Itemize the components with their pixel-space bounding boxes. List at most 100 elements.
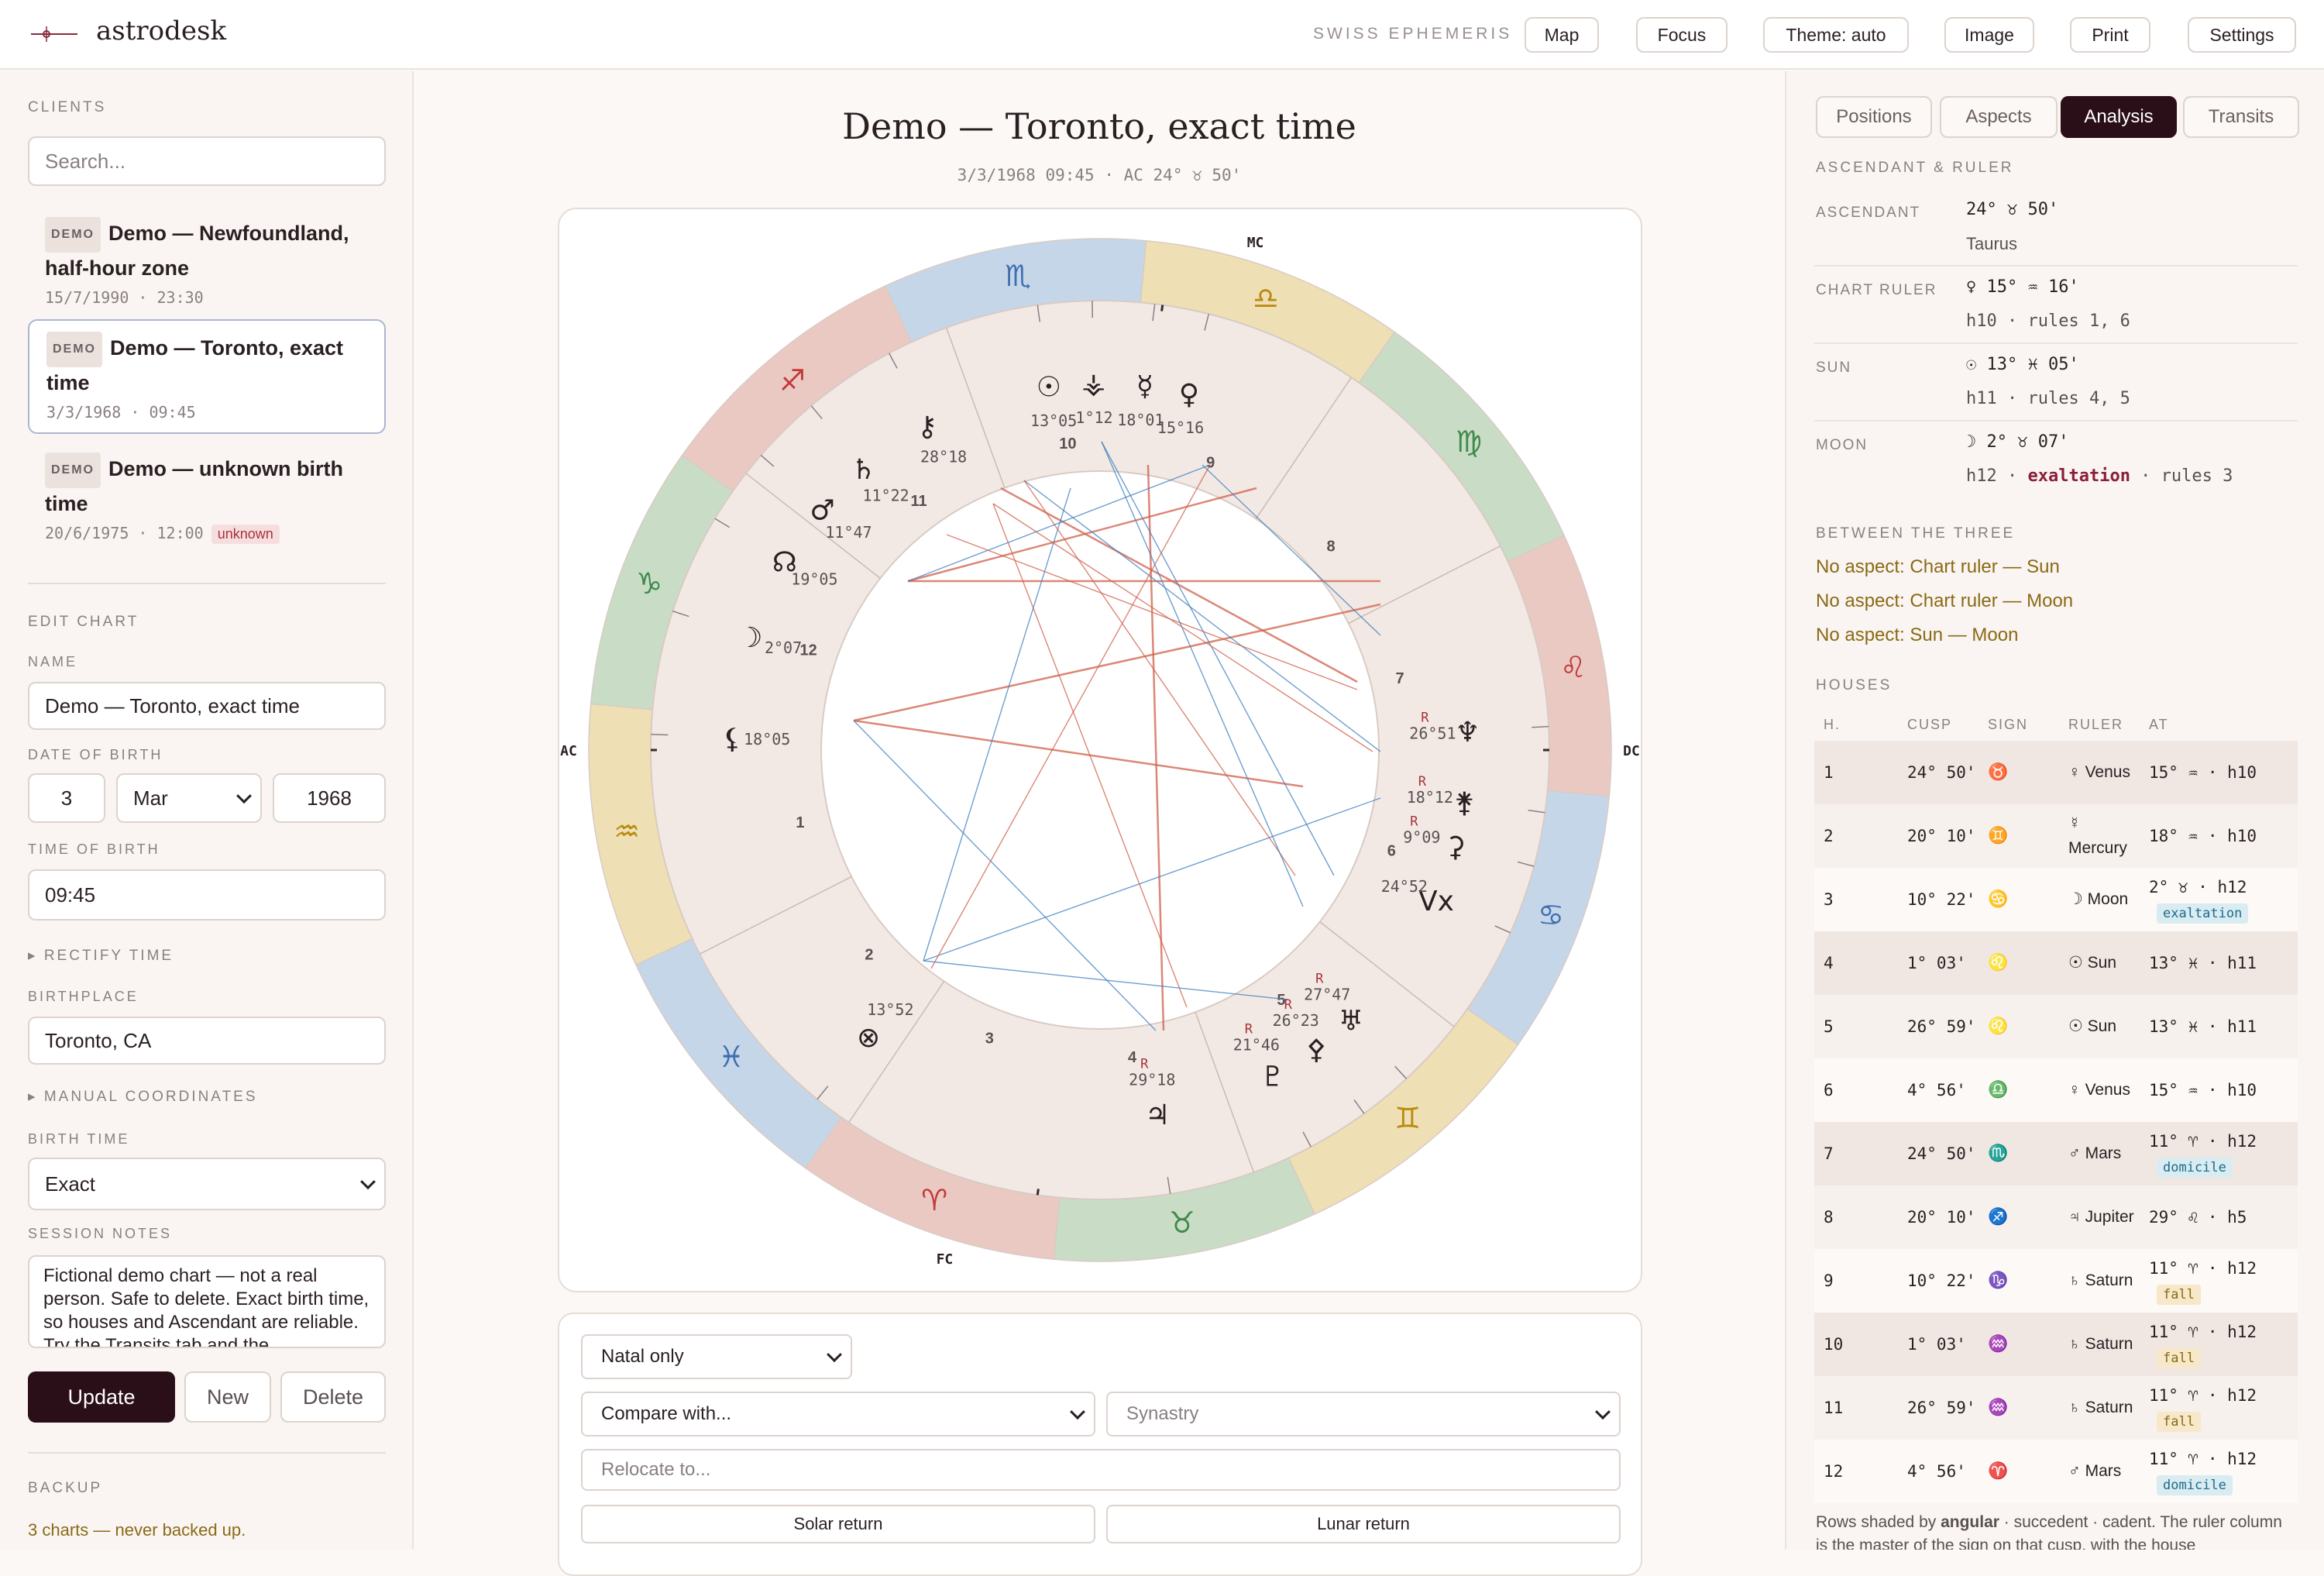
col-at: AT	[2140, 708, 2298, 741]
birth-time-label: BIRTH TIME	[28, 1131, 129, 1148]
demo-badge: DEMO	[45, 217, 101, 253]
col-sign: SIGN	[1978, 708, 2059, 741]
house-row: 124° 50'♉♀ Venus15° ♒ · h10	[1814, 741, 2298, 804]
zodiac-sign-glyph: ♍	[1456, 425, 1482, 459]
day-input[interactable]: 3	[28, 773, 105, 823]
divider	[28, 1452, 386, 1454]
planet-degree: 13°52	[867, 1000, 913, 1019]
planet-degree: 18°12	[1407, 788, 1453, 807]
retrograde-marker: R	[1315, 971, 1324, 986]
chart-title: Demo — Toronto, exact time	[414, 105, 1785, 147]
session-notes-label: SESSION NOTES	[28, 1226, 172, 1242]
dignity-badge: fall	[2157, 1412, 2201, 1432]
planet-glyph: ⚶	[1081, 368, 1105, 400]
theme-button[interactable]: Theme: auto	[1763, 17, 1909, 53]
tob-label: TIME OF BIRTH	[28, 841, 160, 858]
retrograde-marker: R	[1140, 1057, 1149, 1072]
no-aspect-note: No aspect: Chart ruler — Sun	[1816, 556, 2060, 578]
year-input[interactable]: 1968	[273, 773, 386, 823]
house-number: 8	[1814, 1185, 1898, 1249]
house-cusp: 4° 56'	[1898, 1058, 1978, 1122]
house-ruler: ♂ Mars	[2059, 1440, 2140, 1503]
demo-badge: DEMO	[46, 332, 102, 367]
manual-coordinates-toggle[interactable]: ▸ MANUAL COORDINATES	[28, 1088, 258, 1106]
solar-return-button[interactable]: Solar return	[581, 1505, 1095, 1543]
house-sign: ♉	[1978, 741, 2059, 804]
tab-positions[interactable]: Positions	[1816, 96, 1932, 138]
chart-wheel-card: ♈♉♊♋♌♍♎♏♐♑♒♓123456789101112ACDCMCFC☉13°0…	[558, 208, 1642, 1292]
client-meta: 20/6/1975 · 12:00	[45, 524, 204, 542]
house-cusp: 20° 10'	[1898, 804, 1978, 868]
settings-button[interactable]: Settings	[2188, 17, 2296, 53]
ascendant-sign: Taurus	[1966, 234, 2017, 254]
backup-label: BACKUP	[28, 1480, 102, 1497]
ascendant-ruler-label: ASCENDANT & RULER	[1816, 160, 2013, 177]
client-item[interactable]: DEMODemo — Newfoundland, half-hour zone …	[28, 206, 386, 318]
chart-wheel[interactable]: ♈♉♊♋♌♍♎♏♐♑♒♓123456789101112ACDCMCFC☉13°0…	[559, 209, 1641, 1291]
month-select[interactable]: Mar	[116, 773, 262, 823]
relocate-input[interactable]: Relocate to...	[581, 1449, 1621, 1491]
update-button[interactable]: Update	[28, 1371, 175, 1423]
zodiac-sign-glyph: ♐	[779, 363, 806, 397]
birthplace-input[interactable]: Toronto, CA	[28, 1017, 386, 1065]
house-ruler: ♃ Jupiter	[2059, 1185, 2140, 1249]
time-input[interactable]: 09:45	[28, 869, 386, 920]
tab-analysis[interactable]: Analysis	[2061, 96, 2177, 138]
house-number: 7	[1395, 670, 1404, 687]
image-button[interactable]: Image	[1944, 17, 2034, 53]
house-cusp: 26° 59'	[1898, 1376, 1978, 1440]
house-sign: ♑	[1978, 1249, 2059, 1313]
session-notes-textarea[interactable]: Fictional demo chart — not a real person…	[28, 1255, 386, 1348]
house-cusp: 1° 03'	[1898, 931, 1978, 995]
new-button[interactable]: New	[184, 1371, 271, 1423]
birth-time-select[interactable]: Exact	[28, 1158, 386, 1210]
house-ruler: ♂ Mars	[2059, 1122, 2140, 1185]
house-at: 29° ♌ · h5	[2140, 1185, 2298, 1249]
house-at: 15° ♒ · h10	[2140, 1058, 2298, 1122]
lunar-return-button[interactable]: Lunar return	[1106, 1505, 1621, 1543]
retrograde-marker: R	[1245, 1022, 1253, 1037]
house-cusp: 26° 59'	[1898, 995, 1978, 1058]
zodiac-sign-glyph: ♊	[1394, 1101, 1421, 1135]
house-at: 11° ♈ · h12domicile	[2140, 1440, 2298, 1503]
print-button[interactable]: Print	[2070, 17, 2150, 53]
house-ruler: ♄ Saturn	[2059, 1313, 2140, 1376]
house-sign: ♐	[1978, 1185, 2059, 1249]
delete-button[interactable]: Delete	[280, 1371, 386, 1423]
chart-subtitle: 3/3/1968 09:45 · AC 24° ♉ 50'	[414, 166, 1785, 184]
planet-degree: 27°47	[1304, 985, 1350, 1003]
planet-glyph: ⚳	[1446, 831, 1466, 863]
house-at: 15° ♒ · h10	[2140, 741, 2298, 804]
synastry-select[interactable]: Synastry	[1106, 1392, 1621, 1437]
client-item[interactable]: DEMODemo — unknown birth time 20/6/1975 …	[28, 442, 386, 555]
mode-select[interactable]: Natal only	[581, 1334, 852, 1379]
house-ruler: ☿ Mercury	[2059, 804, 2140, 868]
house-number: 4	[1128, 1049, 1137, 1066]
compare-select[interactable]: Compare with...	[581, 1392, 1095, 1437]
ascendant-value: 24° ♉ 50'	[1966, 200, 2058, 219]
divider	[1814, 420, 2298, 422]
tab-aspects[interactable]: Aspects	[1940, 96, 2058, 138]
house-number: 10	[1814, 1313, 1898, 1376]
tab-transits[interactable]: Transits	[2183, 96, 2299, 138]
planet-degree: 15°16	[1157, 418, 1204, 437]
client-search-input[interactable]: Search...	[28, 136, 386, 186]
planet-glyph: ♃	[1145, 1099, 1170, 1131]
planet-glyph: ♂	[810, 494, 834, 526]
focus-button[interactable]: Focus	[1636, 17, 1728, 53]
app-name: astrodesk	[96, 15, 226, 46]
house-cusp: 4° 56'	[1898, 1440, 1978, 1503]
name-input[interactable]: Demo — Toronto, exact time	[28, 682, 386, 730]
client-item-active[interactable]: DEMODemo — Toronto, exact time 3/3/1968 …	[28, 319, 386, 434]
house-number: 3	[1814, 868, 1898, 931]
map-button[interactable]: Map	[1525, 17, 1599, 53]
top-bar: astrodesk SWISS EPHEMERIS Map Focus Them…	[0, 0, 2324, 70]
planet-degree: 19°05	[791, 570, 837, 589]
logo-icon	[29, 23, 79, 45]
planet-glyph: ♄	[851, 454, 876, 486]
planet-degree: 29°18	[1129, 1071, 1175, 1089]
rectify-toggle[interactable]: ▸ RECTIFY TIME	[28, 947, 174, 965]
left-sidebar: CLIENTS Search... DEMODemo — Newfoundlan…	[0, 71, 414, 1550]
house-at: 11° ♈ · h12fall	[2140, 1313, 2298, 1376]
no-aspect-note: No aspect: Chart ruler — Moon	[1816, 590, 2073, 612]
